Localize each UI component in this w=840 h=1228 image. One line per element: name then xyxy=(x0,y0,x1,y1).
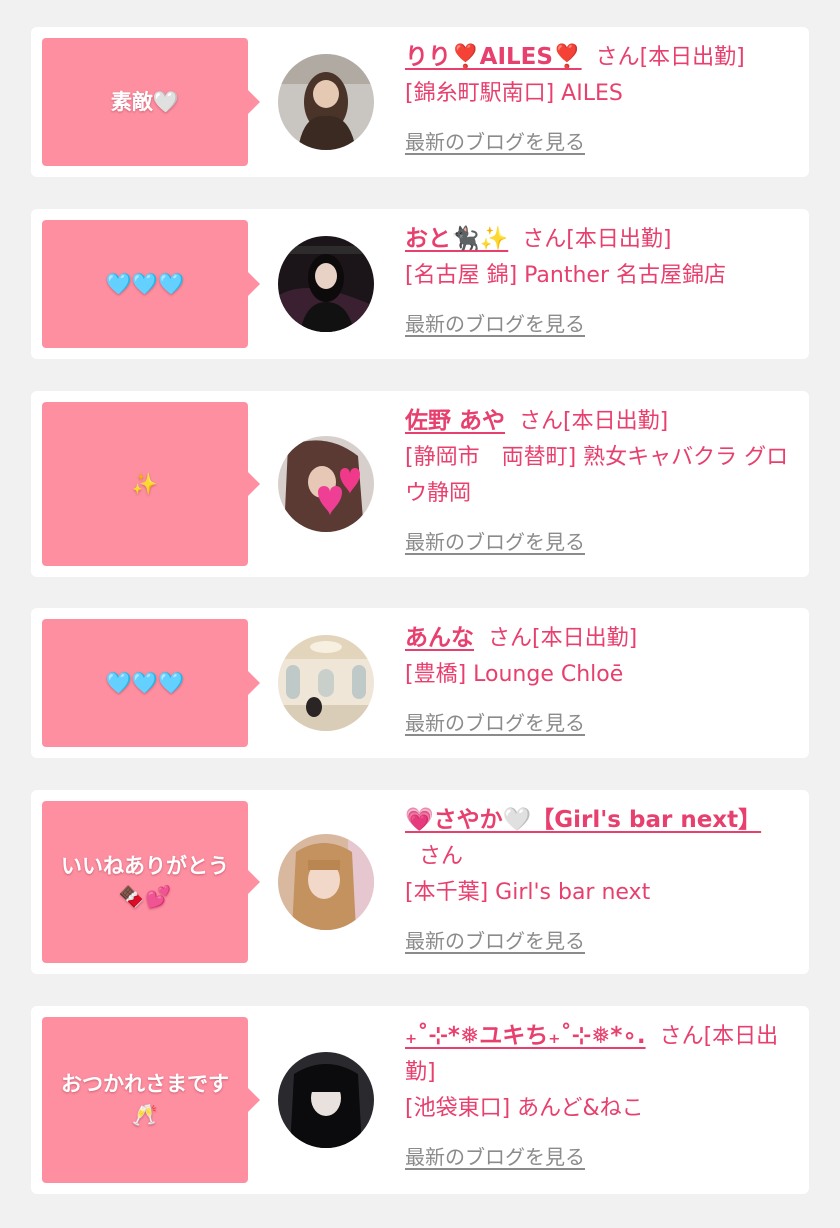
shop-name: [池袋東口] あんど&ねこ xyxy=(405,1096,644,1121)
girl-name-link[interactable]: 💗さやか🤍【Girl's bar next】 xyxy=(405,807,761,833)
girl-name-link[interactable]: おと🐈‍⬛✨ xyxy=(405,226,508,252)
girl-name-link[interactable]: りり❣️AILES❣️ xyxy=(405,44,582,70)
latest-blog-link[interactable]: 最新のブログを見る xyxy=(405,1139,795,1175)
list-item: 素敵🤍 りり❣️AILES❣️ さん[本日出勤] [錦糸町駅南口] AILES 最… xyxy=(31,27,809,177)
entry-info: あんな さん[本日出勤] [豊橋] Lounge Chloē 最新のブログを見る xyxy=(405,620,795,741)
shop-name: [本千葉] Girl's bar next xyxy=(405,880,651,905)
list-item: ✨ 佐野 あや さん[本日出勤] [静岡市 両替町] 熟女キャバクラ グロウ静岡 … xyxy=(31,391,809,577)
blog-like-list: 素敵🤍 りり❣️AILES❣️ さん[本日出勤] [錦糸町駅南口] AILES 最… xyxy=(0,0,840,1228)
girl-name-link[interactable]: 佐野 あや xyxy=(405,408,505,434)
message-bubble: おつかれさまです🥂 xyxy=(42,1017,260,1183)
message-bubble: ✨ xyxy=(42,402,260,566)
name-suffix: さん[本日出勤] xyxy=(522,227,672,252)
entry-info: りり❣️AILES❣️ さん[本日出勤] [錦糸町駅南口] AILES 最新のブロ… xyxy=(405,39,795,160)
avatar[interactable] xyxy=(278,834,374,930)
name-suffix: さん[本日出勤] xyxy=(519,409,669,434)
entry-info: ₊˚⊹*❅ユキち₊˚⊹❅*∘. さん[本日出勤] [池袋東口] あんど&ねこ 最新… xyxy=(405,1018,795,1175)
avatar[interactable] xyxy=(278,236,374,332)
list-item: おつかれさまです🥂 ₊˚⊹*❅ユキち₊˚⊹❅*∘. さん[本日出勤] [池袋東口]… xyxy=(31,1006,809,1194)
shop-name: [静岡市 両替町] 熟女キャバクラ グロウ静岡 xyxy=(405,445,789,506)
girl-name-link[interactable]: ₊˚⊹*❅ユキち₊˚⊹❅*∘. xyxy=(405,1023,646,1049)
message-bubble: 素敵🤍 xyxy=(42,38,260,166)
avatar[interactable] xyxy=(278,54,374,150)
name-suffix: さん[本日出勤] xyxy=(595,45,745,70)
message-bubble: 🩵🩵🩵 xyxy=(42,220,260,348)
entry-info: おと🐈‍⬛✨ さん[本日出勤] [名古屋 錦] Panther 名古屋錦店 最新の… xyxy=(405,221,795,342)
list-item: 🩵🩵🩵 あんな さん[本日出勤] [豊橋] Lounge Chloē 最新のブログ… xyxy=(31,608,809,758)
latest-blog-link[interactable]: 最新のブログを見る xyxy=(405,705,795,741)
shop-name: [豊橋] Lounge Chloē xyxy=(405,662,624,687)
avatar[interactable] xyxy=(278,436,374,532)
latest-blog-link[interactable]: 最新のブログを見る xyxy=(405,923,795,959)
avatar[interactable] xyxy=(278,1052,374,1148)
name-suffix: さん xyxy=(419,844,464,869)
latest-blog-link[interactable]: 最新のブログを見る xyxy=(405,524,795,560)
name-suffix: さん[本日出勤] xyxy=(488,626,638,651)
entry-info: 💗さやか🤍【Girl's bar next】さん [本千葉] Girl's ba… xyxy=(405,802,795,959)
entry-info: 佐野 あや さん[本日出勤] [静岡市 両替町] 熟女キャバクラ グロウ静岡 最新… xyxy=(405,403,795,560)
message-bubble: 🩵🩵🩵 xyxy=(42,619,260,747)
message-bubble: いいねありがとう🍫💕 xyxy=(42,801,260,963)
avatar[interactable] xyxy=(278,635,374,731)
latest-blog-link[interactable]: 最新のブログを見る xyxy=(405,124,795,160)
list-item: いいねありがとう🍫💕 💗さやか🤍【Girl's bar next】さん [本千葉… xyxy=(31,790,809,974)
shop-name: [名古屋 錦] Panther 名古屋錦店 xyxy=(405,263,726,288)
list-item: 🩵🩵🩵 おと🐈‍⬛✨ さん[本日出勤] [名古屋 錦] Panther 名古屋錦店… xyxy=(31,209,809,359)
shop-name: [錦糸町駅南口] AILES xyxy=(405,81,623,106)
girl-name-link[interactable]: あんな xyxy=(405,625,474,651)
latest-blog-link[interactable]: 最新のブログを見る xyxy=(405,306,795,342)
